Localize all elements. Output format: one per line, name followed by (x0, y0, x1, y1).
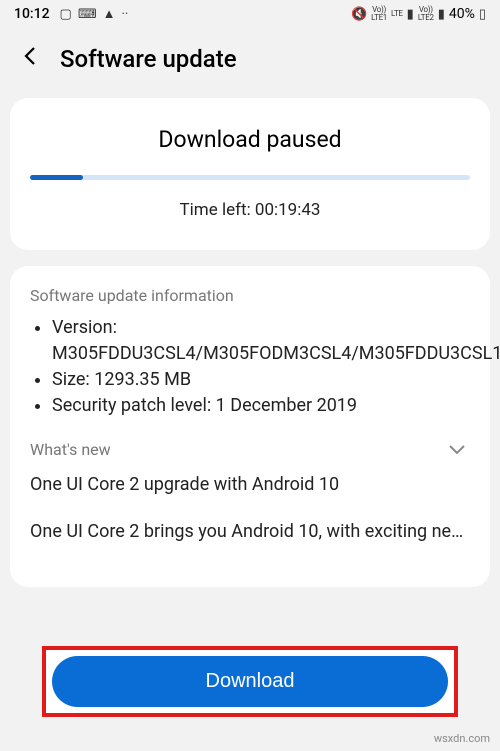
whats-new-line2: One UI Core 2 brings you Android 10, wit… (30, 518, 470, 545)
info-section-label: Software update information (30, 286, 234, 305)
signal2-icon: ▮ (438, 7, 445, 22)
sim2-indicator: Vo)) LTE2 (418, 6, 434, 22)
page-header: Software update (0, 28, 500, 86)
download-status-card: Download paused Time left: 00:19:43 (10, 98, 490, 250)
clock: 10:12 (14, 6, 50, 22)
time-left-label: Time left: 00:19:43 (30, 200, 470, 220)
info-section-header: Software update information (30, 286, 470, 305)
info-security: Security patch level: 1 December 2019 (52, 393, 470, 419)
status-right: 🔇 Vo)) LTE1 LTE ▮ Vo)) LTE2 ▮ 40% ▯ (351, 6, 486, 22)
info-version: Version: M305FDDU3CSL4/M305FODM3CSL4/M30… (52, 315, 470, 367)
whats-new-label: What's new (30, 440, 111, 459)
divider-dots (121, 449, 434, 450)
update-info-card: Software update information Version: M30… (10, 266, 490, 587)
divider-dots (244, 295, 470, 296)
status-left: 10:12 ▢ ⌨ ▲ ·· (14, 6, 128, 22)
chevron-down-icon (444, 437, 470, 461)
screen-icon: ⌨ (78, 7, 97, 22)
progress-fill (30, 175, 83, 180)
info-list: Version: M305FDDU3CSL4/M305FODM3CSL4/M30… (30, 315, 470, 419)
download-status-heading: Download paused (30, 126, 470, 153)
status-bar: 10:12 ▢ ⌨ ▲ ·· 🔇 Vo)) LTE1 LTE ▮ Vo)) LT… (0, 0, 500, 28)
watermark: wsxdn.com (434, 732, 490, 745)
download-highlight-frame: Download (42, 646, 458, 717)
whats-new-body: One UI Core 2 upgrade with Android 10 On… (30, 471, 470, 545)
net-label: LTE (391, 10, 403, 18)
whats-new-line1: One UI Core 2 upgrade with Android 10 (30, 471, 470, 498)
whats-new-header[interactable]: What's new (30, 437, 470, 461)
warning-icon: ▲ (103, 6, 116, 22)
battery-icon: ▯ (479, 7, 486, 22)
mute-icon: 🔇 (351, 7, 367, 22)
progress-bar (30, 175, 470, 180)
page-title: Software update (60, 45, 237, 73)
image-icon: ▢ (60, 7, 72, 22)
back-button[interactable] (16, 42, 44, 76)
signal1-icon: ▮ (407, 7, 414, 22)
download-button[interactable]: Download (52, 656, 448, 707)
sim1-indicator: Vo)) LTE1 (371, 6, 387, 22)
more-icon: ·· (121, 7, 128, 22)
info-size: Size: 1293.35 MB (52, 367, 470, 393)
chevron-left-icon (22, 46, 38, 66)
battery-label: 40% (449, 6, 475, 22)
